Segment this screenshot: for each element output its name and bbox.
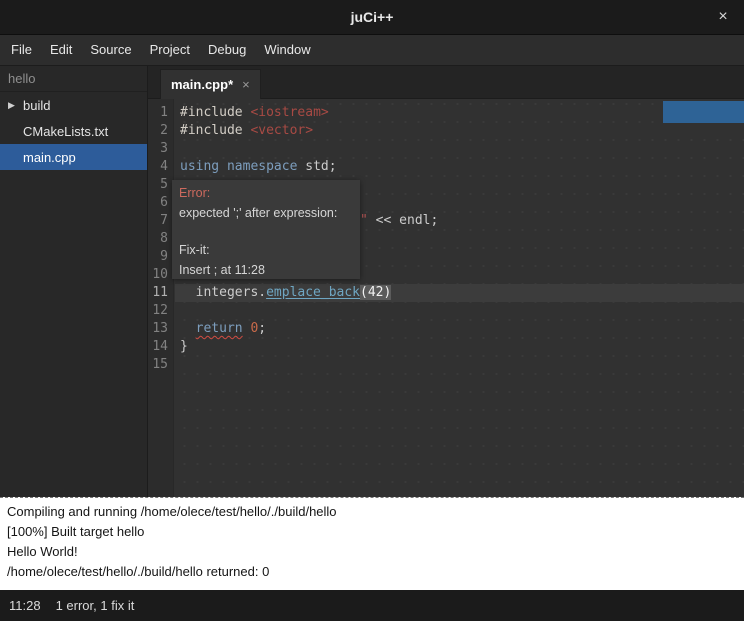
error-message: expected ';' after expression: bbox=[179, 206, 353, 220]
output-line: [100%] Built target hello bbox=[7, 522, 737, 542]
line-number: 3 bbox=[148, 140, 173, 158]
code-line-15[interactable] bbox=[175, 356, 744, 374]
code-line-2[interactable]: #include <vector> bbox=[175, 122, 744, 140]
build-output-panel[interactable]: Compiling and running /home/olece/test/h… bbox=[0, 497, 744, 590]
menu-file[interactable]: File bbox=[2, 35, 41, 65]
code-line-4[interactable]: using namespace std; bbox=[175, 158, 744, 176]
line-number: 14 bbox=[148, 338, 173, 356]
output-line: Compiling and running /home/olece/test/h… bbox=[7, 502, 737, 522]
diagnostic-tooltip: Error: expected ';' after expression: Fi… bbox=[172, 180, 360, 279]
tab-main-cpp[interactable]: main.cpp* × bbox=[160, 69, 261, 99]
code-segment: emplace_back bbox=[266, 285, 360, 300]
line-number: 9 bbox=[148, 248, 173, 266]
code-segment: using bbox=[180, 159, 219, 174]
tab-close-icon[interactable]: × bbox=[242, 77, 250, 92]
menu-window[interactable]: Window bbox=[255, 35, 319, 65]
fixit-message: Insert ; at 11:28 bbox=[179, 263, 353, 277]
sidebar-item-label: CMakeLists.txt bbox=[23, 124, 108, 139]
code-line-12[interactable] bbox=[175, 302, 744, 320]
file-browser-sidebar: hello ▶ build CMakeLists.txt main.cpp bbox=[0, 66, 148, 497]
sidebar-item-cmakelists-txt[interactable]: CMakeLists.txt bbox=[0, 118, 147, 144]
line-number: 10 bbox=[148, 266, 173, 284]
code-segment: #include bbox=[180, 105, 250, 120]
menu-source[interactable]: Source bbox=[81, 35, 140, 65]
line-number: 6 bbox=[148, 194, 173, 212]
sidebar-item-label: build bbox=[23, 98, 50, 113]
code-segment: return bbox=[196, 321, 243, 336]
code-segment: <iostream> bbox=[250, 105, 328, 120]
sidebar-item-main-cpp[interactable]: main.cpp bbox=[0, 144, 147, 170]
menu-project[interactable]: Project bbox=[141, 35, 199, 65]
line-number: 13 bbox=[148, 320, 173, 338]
code-segment: <vector> bbox=[250, 123, 313, 138]
expand-arrow-icon[interactable]: ▶ bbox=[8, 100, 18, 111]
error-label: Error: bbox=[179, 186, 353, 200]
code-segment: ; bbox=[258, 321, 266, 336]
code-line-3[interactable] bbox=[175, 140, 744, 158]
code-line-1[interactable]: #include <iostream> bbox=[175, 104, 744, 122]
code-segment bbox=[219, 159, 227, 174]
code-line-11[interactable]: integers.emplace_back(42) bbox=[175, 284, 744, 302]
code-segment: } bbox=[180, 339, 188, 354]
window-title: juCi++ bbox=[0, 0, 744, 35]
line-number-gutter: 123456789101112131415 bbox=[148, 99, 174, 497]
code-segment bbox=[180, 321, 196, 336]
line-number: 12 bbox=[148, 302, 173, 320]
code-editor[interactable]: 123456789101112131415 #include <iostream… bbox=[148, 99, 744, 497]
code-segment: (42) bbox=[360, 285, 391, 300]
tab-label: main.cpp* bbox=[171, 77, 233, 92]
menu-bar: FileEditSourceProjectDebugWindow bbox=[0, 35, 744, 66]
sidebar-item-build[interactable]: ▶ build bbox=[0, 92, 147, 118]
file-list: ▶ build CMakeLists.txt main.cpp bbox=[0, 92, 147, 170]
code-segment: namespace bbox=[227, 159, 297, 174]
line-number: 5 bbox=[148, 176, 173, 194]
line-number: 4 bbox=[148, 158, 173, 176]
output-line: Hello World! bbox=[7, 542, 737, 562]
sidebar-item-label: main.cpp bbox=[23, 150, 76, 165]
output-line: /home/olece/test/hello/./build/hello ret… bbox=[7, 562, 737, 582]
code-line-14[interactable]: } bbox=[175, 338, 744, 356]
line-number: 15 bbox=[148, 356, 173, 374]
tab-bar: main.cpp* × bbox=[148, 66, 744, 99]
project-name: hello bbox=[0, 66, 147, 92]
close-icon[interactable]: × bbox=[710, 0, 736, 34]
code-line-13[interactable]: return 0; bbox=[175, 320, 744, 338]
cursor-position: 11:28 bbox=[9, 598, 41, 613]
line-number: 7 bbox=[148, 212, 173, 230]
code-segment: std; bbox=[297, 159, 336, 174]
status-bar: 11:28 1 error, 1 fix it bbox=[0, 590, 744, 621]
fixit-label: Fix-it: bbox=[179, 243, 353, 257]
code-segment: #include bbox=[180, 123, 250, 138]
code-segment: << endl; bbox=[368, 213, 438, 228]
menu-edit[interactable]: Edit bbox=[41, 35, 81, 65]
app-window: juCi++ × FileEditSourceProjectDebugWindo… bbox=[0, 0, 744, 621]
line-number: 8 bbox=[148, 230, 173, 248]
diagnostics-summary: 1 error, 1 fix it bbox=[56, 598, 135, 613]
line-number: 1 bbox=[148, 104, 173, 122]
line-number: 2 bbox=[148, 122, 173, 140]
scrollbar-thumb[interactable] bbox=[663, 101, 744, 123]
menu-debug[interactable]: Debug bbox=[199, 35, 255, 65]
titlebar[interactable]: juCi++ × bbox=[0, 0, 744, 35]
line-number: 11 bbox=[148, 284, 173, 302]
code-segment: integers. bbox=[180, 285, 266, 300]
